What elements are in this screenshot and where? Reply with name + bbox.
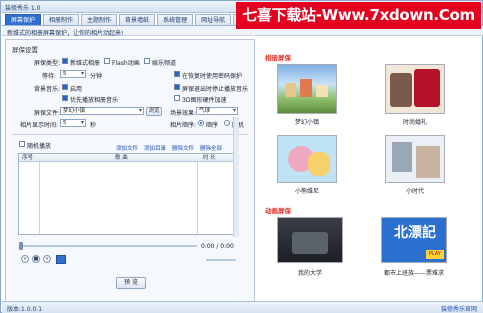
music-priority-label: 优先播放相册音乐 (70, 97, 119, 104)
beipiao-logo: 北漂記 (394, 225, 436, 241)
caption-dream-town: 梦幻小镇 (294, 119, 319, 126)
thumb-dream-town[interactable] (277, 64, 337, 114)
main-tabs: 屏幕保护 相册制作 主题制作 背景墙纸 系统管理 网址导航 应用 (5, 14, 259, 26)
playlist-header: 序号 歌 曲 时 长 (19, 154, 235, 162)
play-icon[interactable] (56, 255, 66, 264)
order-label: 相片顺序: (170, 122, 197, 129)
col-index: 序号 (22, 155, 34, 161)
add-folder-link[interactable]: 添加目录 (144, 144, 166, 152)
caption-pooh: 小熊维尼 (294, 188, 319, 195)
anim-header: 动画屏保 (265, 207, 291, 215)
photo-circle (308, 152, 330, 176)
type-flash-label: Flash动画 (112, 60, 140, 67)
order-sequential-radio[interactable] (198, 120, 204, 126)
caption-beipiao: 都市上班族——票难求 (383, 270, 444, 277)
photo-card (390, 73, 412, 107)
thumb-wedding[interactable] (385, 64, 445, 114)
album-header: 相册屏保 (265, 54, 291, 62)
preview-button[interactable]: 预 览 (116, 277, 146, 289)
screensaver-gallery: 相册屏保 梦幻小镇 时尚婚礼 小熊维尼 小时代 动画屏保 我的大学 北漂記 PL… (259, 39, 480, 303)
interval-unit: 秒 (90, 122, 97, 129)
house-shape (286, 83, 296, 97)
progress-track[interactable] (19, 245, 197, 247)
type-album-label: 新维式相册 (70, 60, 101, 67)
col-song: 歌 曲 (115, 155, 128, 161)
password-checkbox[interactable] (174, 71, 180, 77)
play-badge: PLAY (426, 250, 444, 259)
house-shape (316, 85, 328, 97)
use3d-label: 3D图形硬件加速 (182, 97, 227, 104)
music-stop-label: 屏保退出时停止播放音乐 (182, 86, 249, 93)
caption-tiny-times: 小时代 (405, 188, 424, 195)
photo-card (416, 146, 440, 178)
prev-icon[interactable]: « (21, 255, 29, 263)
col-divider (197, 162, 198, 234)
delete-file-link[interactable]: 删除文件 (172, 144, 194, 152)
type-album-checkbox[interactable] (62, 58, 68, 64)
thumb-pooh[interactable] (277, 135, 337, 183)
wait-value: 5 (63, 71, 67, 77)
file-select[interactable]: 梦幻小镇 (60, 107, 144, 115)
effect-select[interactable]: 气球 (196, 107, 238, 115)
wait-label: 等待: (42, 73, 57, 80)
type-flash-checkbox[interactable] (104, 58, 110, 64)
order-sequential-label: 顺序 (206, 122, 219, 129)
file-value: 梦幻小镇 (63, 108, 86, 114)
add-file-link[interactable]: 添加文件 (116, 144, 138, 152)
photo-card (392, 142, 412, 172)
time-display: 0:00 / 0:00 (201, 243, 234, 250)
caption-my-university: 我的大学 (297, 270, 322, 277)
effect-label: 场景效果: (170, 110, 197, 117)
random-play-checkbox[interactable] (19, 141, 25, 147)
random-play-label: 随机播放 (27, 143, 52, 150)
status-bar: 版本:1.0.0.1 装修秀乐官网 (2, 301, 483, 313)
volume-slider[interactable] (206, 259, 236, 261)
subtitle-text: 新维式的相册屏幕保护，让你的相片动起来! (7, 30, 124, 37)
stop-icon[interactable]: ■ (32, 255, 40, 263)
playlist-table[interactable]: 序号 歌 曲 时 长 (18, 153, 236, 235)
delete-all-link[interactable]: 删除全部 (200, 144, 222, 152)
vertical-scrollbar[interactable] (233, 117, 239, 237)
wait-select[interactable]: 5 (60, 70, 86, 78)
version-label: 版本:1.0.0.1 (7, 306, 43, 313)
music-enable-label: 启用 (70, 86, 83, 93)
use3d-checkbox[interactable] (174, 95, 180, 101)
col-divider (39, 162, 40, 234)
interval-label: 相片显示时间: (20, 122, 59, 129)
type-ent-checkbox[interactable] (144, 58, 150, 64)
password-label: 在恢复时使用密码保护 (182, 73, 243, 80)
col-duration: 时 长 (203, 155, 216, 161)
interval-select[interactable]: 5 (60, 119, 86, 127)
thumb-my-university[interactable] (277, 217, 343, 263)
music-stop-checkbox[interactable] (174, 84, 180, 90)
official-site-link[interactable]: 装修秀乐官网 (441, 304, 477, 313)
scene-shape (292, 232, 328, 254)
app-title: 装修秀乐 1.0 (5, 5, 41, 12)
music-enable-checkbox[interactable] (62, 84, 68, 90)
order-random-radio[interactable] (224, 120, 230, 126)
divider (12, 134, 248, 135)
progress-handle[interactable] (19, 242, 23, 250)
music-label: 背景音乐: (34, 86, 61, 93)
file-label: 屏保文件: (34, 110, 61, 117)
music-priority-checkbox[interactable] (62, 95, 68, 101)
thumb-beipiao[interactable]: 北漂記 PLAY (381, 217, 447, 263)
type-ent-label: 娱乐频道 (152, 60, 177, 67)
caption-wedding: 时尚婚礼 (402, 119, 427, 126)
effect-value: 气球 (199, 108, 211, 114)
house-shape (300, 79, 312, 97)
interval-value: 5 (63, 120, 67, 126)
type-label: 屏保类型: (34, 60, 61, 67)
wait-unit: 分钟 (90, 73, 103, 80)
app-window: 装修秀乐 1.0 屏幕保护 相册制作 主题制作 背景墙纸 系统管理 网址导航 应… (0, 0, 483, 313)
photo-card (414, 69, 440, 107)
browse-button[interactable]: 浏览 (146, 107, 162, 116)
settings-title: 屏保设置 (12, 46, 38, 54)
thumb-tiny-times[interactable] (385, 135, 445, 183)
next-icon[interactable]: » (43, 255, 51, 263)
site-watermark: 七喜下载站-Www.7xdown.Com (236, 2, 481, 29)
